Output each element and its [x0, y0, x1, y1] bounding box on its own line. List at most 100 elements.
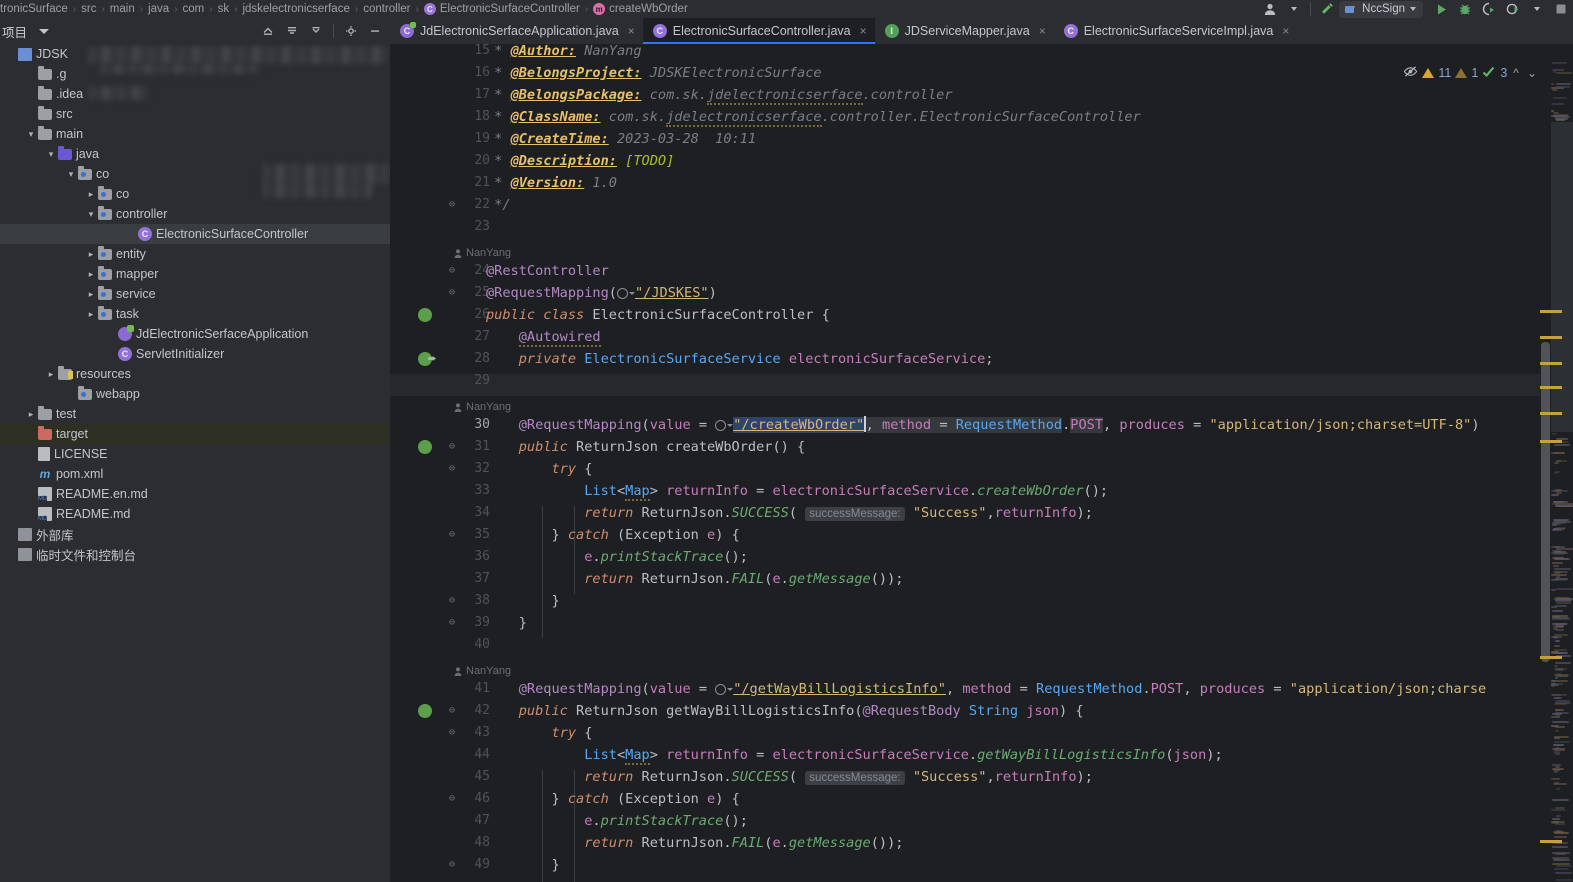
tree-item-test[interactable]: test [0, 404, 390, 424]
breadcrumb-item-com[interactable]: com [183, 3, 205, 15]
tree-item-jdelectronicserfaceapplication[interactable]: JdElectronicSerfaceApplication [0, 324, 390, 344]
close-icon[interactable]: × [1282, 24, 1289, 38]
code-line-39[interactable]: } [486, 612, 527, 634]
chevron-right-icon[interactable] [44, 369, 58, 380]
editor-tabs[interactable]: C JdElectronicSerfaceApplication.java × C El… [390, 18, 1573, 44]
expand-icon[interactable] [257, 20, 279, 42]
code-line-34[interactable]: return ReturnJson.SUCCESS( successMessag… [486, 502, 1093, 525]
tree-item-src[interactable]: src [0, 104, 390, 124]
warning-stripe-marker[interactable] [1540, 386, 1562, 389]
web-endpoint-icon[interactable] [616, 287, 635, 299]
chevron-down-icon[interactable] [44, 149, 58, 160]
code-line-47[interactable]: e.printStackTrace(); [486, 810, 748, 832]
code-fold-toggle[interactable]: ⊖ [446, 590, 458, 612]
run-coverage-icon[interactable] [1477, 0, 1501, 18]
warning-stripe-marker[interactable] [1540, 656, 1562, 659]
editor-minimap-and-scrollbar[interactable] [1540, 62, 1573, 882]
editor-tab-jdelectronicserfaceapplication[interactable]: C JdElectronicSerfaceApplication.java × [390, 18, 643, 44]
code-line-24[interactable]: @RestController [486, 260, 609, 282]
tree-item-task[interactable]: task [0, 304, 390, 324]
chevron-down-icon[interactable] [84, 209, 98, 220]
tree-item-readme.en.md[interactable]: README.en.md [0, 484, 390, 504]
code-line-35[interactable]: } catch (Exception e) { [486, 524, 739, 546]
hide-icon[interactable] [364, 20, 386, 42]
code-fold-toggle[interactable]: ⊖ [446, 436, 458, 458]
chevron-right-icon[interactable] [84, 289, 98, 300]
warning-stripe-marker[interactable] [1540, 310, 1562, 313]
tree-item-pom.xml[interactable]: m pom.xml [0, 464, 390, 484]
code-fold-toggle[interactable]: ⊖ [446, 282, 458, 304]
code-line-32[interactable]: try { [486, 458, 592, 480]
spring-bean-gutter-icon[interactable] [418, 352, 432, 366]
code-line-37[interactable]: return ReturnJson.FAIL(e.getMessage()); [486, 568, 903, 590]
tree-item-license[interactable]: LICENSE [0, 444, 390, 464]
code-line-31[interactable]: public ReturnJson createWbOrder() { [486, 436, 805, 458]
tree-item-readme.md[interactable]: README.md [0, 504, 390, 524]
code-line-16[interactable]: * @BelongsProject: JDSKElectronicSurface [486, 62, 821, 84]
inspections-off-icon[interactable] [1403, 64, 1418, 82]
warning-stripe-marker[interactable] [1540, 412, 1562, 415]
breadcrumb-item-main[interactable]: main [110, 3, 135, 15]
tree-item-外部库[interactable]: 外部库 [0, 524, 390, 544]
close-icon[interactable]: × [628, 24, 635, 38]
tree-item-main[interactable]: main [0, 124, 390, 144]
run-configuration-selector[interactable]: NccSign [1339, 0, 1423, 18]
chevron-down-icon[interactable] [1282, 0, 1306, 18]
project-tree[interactable]: JDSK .g .idea src main java coco controller C Ele… [0, 44, 390, 882]
spring-endpoint-gutter-icon[interactable] [418, 440, 432, 454]
code-line-36[interactable]: e.printStackTrace(); [486, 546, 748, 568]
warning-stripe-marker[interactable] [1540, 336, 1562, 339]
breadcrumb-item-electronicsurfacecontroller[interactable]: C ElectronicSurfaceController [423, 3, 580, 16]
chevron-right-icon[interactable] [84, 309, 98, 320]
editor-tab-jdservicemapper[interactable]: I JDServiceMapper.java × [875, 18, 1054, 44]
code-line-25[interactable]: @RequestMapping("/JDSKES") [486, 282, 717, 304]
code-line-27[interactable]: @Autowired [486, 326, 601, 348]
code-line-41[interactable]: @RequestMapping(value = "/getWayBillLogi… [486, 678, 1486, 700]
chevron-down-icon[interactable]: ⌄ [1525, 66, 1539, 80]
editor-tab-electronicsurfaceserviceimpl[interactable]: C ElectronicSurfaceServiceImpl.java × [1054, 18, 1298, 44]
code-line-26[interactable]: public class ElectronicSurfaceController… [486, 304, 830, 326]
warning-stripe-marker[interactable] [1540, 840, 1562, 843]
warning-stripe-marker[interactable] [1540, 362, 1562, 365]
chevron-right-icon[interactable] [84, 269, 98, 280]
tree-item-target[interactable]: target [0, 424, 390, 444]
code-line-48[interactable]: return ReturnJson.FAIL(e.getMessage()); [486, 832, 903, 854]
web-endpoint-icon[interactable] [715, 419, 734, 431]
code-line-21[interactable]: * @Version: 1.0 [486, 172, 617, 194]
code-line-38[interactable]: } [486, 590, 559, 612]
build-hammer-icon[interactable] [1315, 0, 1339, 18]
code-fold-toggle[interactable]: ⊖ [446, 722, 458, 744]
chevron-right-icon[interactable] [24, 409, 38, 420]
chevron-down-icon[interactable] [1410, 7, 1416, 11]
chevron-right-icon[interactable] [84, 249, 98, 260]
inspection-widget[interactable]: 11 1 3 ^ ⌄ [1403, 64, 1539, 82]
chevron-up-icon[interactable]: ^ [1511, 66, 1521, 80]
tree-item-mapper[interactable]: mapper [0, 264, 390, 284]
breadcrumb-item-java[interactable]: java [148, 3, 169, 15]
code-line-46[interactable]: } catch (Exception e) { [486, 788, 739, 810]
tree-item-service[interactable]: service [0, 284, 390, 304]
select-opened-file-icon[interactable] [305, 20, 327, 42]
code-line-19[interactable]: * @CreateTime: 2023-03-28 10:11 [486, 128, 756, 150]
code-line-42[interactable]: public ReturnJson getWayBillLogisticsInf… [486, 700, 1084, 722]
close-icon[interactable]: × [860, 24, 867, 38]
chevron-right-icon[interactable] [84, 189, 98, 200]
web-endpoint-icon[interactable] [715, 683, 734, 695]
code-fold-toggle[interactable]: ⊖ [446, 194, 458, 216]
spring-bean-gutter-icon[interactable] [418, 308, 432, 322]
breadcrumb-item-controller[interactable]: controller [363, 3, 410, 15]
close-icon[interactable]: × [1039, 24, 1046, 38]
code-fold-toggle[interactable]: ⊖ [446, 700, 458, 722]
breadcrumb-item-jdskelectronicserface[interactable]: jdskelectronicserface [242, 3, 349, 15]
code-line-44[interactable]: List<Map> returnInfo = electronicSurface… [486, 744, 1223, 766]
tree-item-servletinitializer[interactable]: C ServletInitializer [0, 344, 390, 364]
code-line-45[interactable]: return ReturnJson.SUCCESS( successMessag… [486, 766, 1093, 789]
code-fold-toggle[interactable]: ⊖ [446, 612, 458, 634]
chevron-down-icon[interactable] [64, 169, 78, 180]
tree-item-临时文件和控制台[interactable]: 临时文件和控制台 [0, 544, 390, 564]
collapse-all-icon[interactable] [281, 20, 303, 42]
breadcrumb-item-src[interactable]: src [81, 3, 96, 15]
code-line-15[interactable]: * @Author: NanYang [486, 44, 641, 62]
chevron-down-icon[interactable] [39, 28, 50, 34]
code-line-17[interactable]: * @BelongsPackage: com.sk.jdelectronicse… [486, 84, 953, 106]
